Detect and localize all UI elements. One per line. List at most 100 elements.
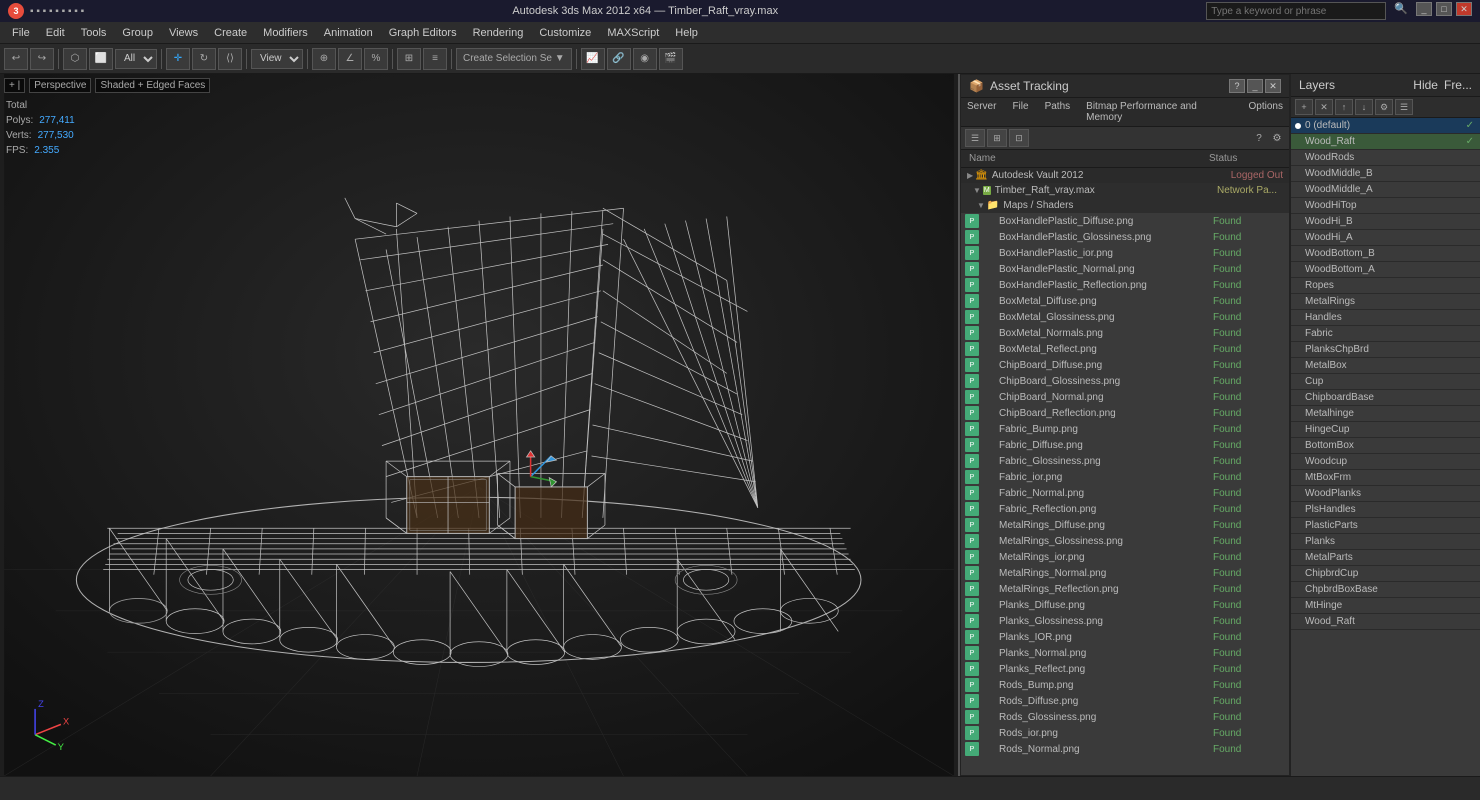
list-item[interactable]: P Fabric_Diffuse.png Found bbox=[961, 437, 1289, 453]
layer-item-plshandles[interactable]: PlsHandles bbox=[1291, 502, 1480, 518]
list-item[interactable]: P Rods_ior.png Found bbox=[961, 725, 1289, 741]
layer-item-handles[interactable]: Handles bbox=[1291, 310, 1480, 326]
list-item[interactable]: P BoxMetal_Normals.png Found bbox=[961, 325, 1289, 341]
layer-item-wood-raft-2[interactable]: Wood_Raft bbox=[1291, 614, 1480, 630]
undo-button[interactable]: ↩ bbox=[4, 48, 28, 70]
menu-views[interactable]: Views bbox=[161, 25, 206, 41]
menu-customize[interactable]: Customize bbox=[531, 25, 599, 41]
list-item[interactable]: P Planks_IOR.png Found bbox=[961, 629, 1289, 645]
asset-menu-server[interactable]: Server bbox=[965, 100, 998, 124]
layers-down-button[interactable]: ↓ bbox=[1355, 99, 1373, 115]
select-region-button[interactable]: ⬜ bbox=[89, 48, 113, 70]
menu-file[interactable]: File bbox=[4, 25, 38, 41]
layer-item-planks[interactable]: Planks bbox=[1291, 534, 1480, 550]
close-button[interactable]: ✕ bbox=[1456, 2, 1472, 16]
asset-minimize-button[interactable]: _ bbox=[1247, 79, 1263, 93]
material-editor-button[interactable]: ◉ bbox=[633, 48, 657, 70]
list-item[interactable]: P Rods_Glossiness.png Found bbox=[961, 709, 1289, 725]
selection-set-button[interactable]: Create Selection Se ▼ bbox=[456, 48, 572, 70]
layer-item-ropes[interactable]: Ropes bbox=[1291, 278, 1480, 294]
snap-button[interactable]: ⊕ bbox=[312, 48, 336, 70]
select-button[interactable]: ⬡ bbox=[63, 48, 87, 70]
asset-tb-btn-3[interactable]: ⊡ bbox=[1009, 129, 1029, 147]
layer-item-woodplanks[interactable]: WoodPlanks bbox=[1291, 486, 1480, 502]
menu-help[interactable]: Help bbox=[667, 25, 706, 41]
asset-list[interactable]: ▶ 🏛 Autodesk Vault 2012 Logged Out ▼ M T… bbox=[961, 168, 1289, 775]
list-item[interactable]: P Planks_Reflect.png Found bbox=[961, 661, 1289, 677]
asset-tb-btn-1[interactable]: ☰ bbox=[965, 129, 985, 147]
filter-select[interactable]: All bbox=[115, 49, 157, 69]
list-item[interactable]: P MetalRings_Reflection.png Found bbox=[961, 581, 1289, 597]
list-item[interactable]: P BoxMetal_Glossiness.png Found bbox=[961, 309, 1289, 325]
layer-item-woodbottom-a[interactable]: WoodBottom_A bbox=[1291, 262, 1480, 278]
list-item[interactable]: P Fabric_Bump.png Found bbox=[961, 421, 1289, 437]
layer-item-bottombox[interactable]: BottomBox bbox=[1291, 438, 1480, 454]
list-item[interactable]: P MetalRings_Glossiness.png Found bbox=[961, 533, 1289, 549]
list-item[interactable]: P BoxHandlePlastic_Reflection.png Found bbox=[961, 277, 1289, 293]
layer-item-metalhinge[interactable]: Metalhinge bbox=[1291, 406, 1480, 422]
menu-tools[interactable]: Tools bbox=[73, 25, 115, 41]
layer-item-woodcup[interactable]: Woodcup bbox=[1291, 454, 1480, 470]
layer-item-mthinge[interactable]: MtHinge bbox=[1291, 598, 1480, 614]
redo-button[interactable]: ↪ bbox=[30, 48, 54, 70]
layer-item-fabric[interactable]: Fabric bbox=[1291, 326, 1480, 342]
menu-rendering[interactable]: Rendering bbox=[465, 25, 532, 41]
layer-item-woodrods[interactable]: WoodRods bbox=[1291, 150, 1480, 166]
layer-item-plankschpbrd[interactable]: PlanksChpBrd bbox=[1291, 342, 1480, 358]
asset-close-button[interactable]: ✕ bbox=[1265, 79, 1281, 93]
asset-tb-settings-icon[interactable]: ⚙ bbox=[1269, 130, 1285, 146]
layer-item-metalbox[interactable]: MetalBox bbox=[1291, 358, 1480, 374]
list-item[interactable]: P Planks_Normal.png Found bbox=[961, 645, 1289, 661]
list-item[interactable]: P Fabric_Reflection.png Found bbox=[961, 501, 1289, 517]
layer-item-cup[interactable]: Cup bbox=[1291, 374, 1480, 390]
layers-add-button[interactable]: + bbox=[1295, 99, 1313, 115]
layer-item-woodbottom-b[interactable]: WoodBottom_B bbox=[1291, 246, 1480, 262]
menu-create[interactable]: Create bbox=[206, 25, 255, 41]
menu-maxscript[interactable]: MAXScript bbox=[599, 25, 667, 41]
scale-button[interactable]: ⟨⟩ bbox=[218, 48, 242, 70]
minimize-button[interactable]: _ bbox=[1416, 2, 1432, 16]
asset-maps-folder-row[interactable]: ▼ 📁 Maps / Shaders bbox=[961, 198, 1289, 213]
menu-graph-editors[interactable]: Graph Editors bbox=[381, 25, 465, 41]
layer-item-hingecup[interactable]: HingeCup bbox=[1291, 422, 1480, 438]
list-item[interactable]: P Fabric_ior.png Found bbox=[961, 469, 1289, 485]
render-button[interactable]: 🎬 bbox=[659, 48, 683, 70]
asset-panel-controls[interactable]: ? _ ✕ bbox=[1229, 79, 1281, 93]
search-input[interactable] bbox=[1206, 2, 1386, 20]
list-item[interactable]: P Planks_Diffuse.png Found bbox=[961, 597, 1289, 613]
angle-snap-button[interactable]: ∠ bbox=[338, 48, 362, 70]
layer-item-mtboxfrm[interactable]: MtBoxFrm bbox=[1291, 470, 1480, 486]
layers-props-button[interactable]: ⚙ bbox=[1375, 99, 1393, 115]
layer-item-woodhi-a[interactable]: WoodHi_A bbox=[1291, 230, 1480, 246]
menu-animation[interactable]: Animation bbox=[316, 25, 381, 41]
list-item[interactable]: P Rods_Diffuse.png Found bbox=[961, 693, 1289, 709]
menu-group[interactable]: Group bbox=[114, 25, 161, 41]
list-item[interactable]: P BoxHandlePlastic_ior.png Found bbox=[961, 245, 1289, 261]
percent-snap-button[interactable]: % bbox=[364, 48, 388, 70]
layers-select-button[interactable]: ☰ bbox=[1395, 99, 1413, 115]
list-item[interactable]: P BoxHandlePlastic_Glossiness.png Found bbox=[961, 229, 1289, 245]
layer-item-wood-raft[interactable]: Wood_Raft ✓ bbox=[1291, 134, 1480, 150]
align-button[interactable]: ≡ bbox=[423, 48, 447, 70]
viewport[interactable]: + | Perspective Shaded + Edged Faces Tot… bbox=[0, 74, 960, 776]
list-item[interactable]: P Rods_Normal.png Found bbox=[961, 741, 1289, 757]
layers-list[interactable]: 0 (default) ✓ Wood_Raft ✓ WoodRods WoodM… bbox=[1291, 118, 1480, 776]
mirror-button[interactable]: ⊞ bbox=[397, 48, 421, 70]
list-item[interactable]: P Rods_Bump.png Found bbox=[961, 677, 1289, 693]
layers-delete-button[interactable]: ✕ bbox=[1315, 99, 1333, 115]
rotate-button[interactable]: ↻ bbox=[192, 48, 216, 70]
list-item[interactable]: P BoxMetal_Diffuse.png Found bbox=[961, 293, 1289, 309]
move-button[interactable]: ✛ bbox=[166, 48, 190, 70]
list-item[interactable]: P ChipBoard_Reflection.png Found bbox=[961, 405, 1289, 421]
list-item[interactable]: P Planks_Glossiness.png Found bbox=[961, 613, 1289, 629]
list-item[interactable]: P MetalRings_Diffuse.png Found bbox=[961, 517, 1289, 533]
schematic-button[interactable]: 🔗 bbox=[607, 48, 631, 70]
layer-item-default[interactable]: 0 (default) ✓ bbox=[1291, 118, 1480, 134]
layers-up-button[interactable]: ↑ bbox=[1335, 99, 1353, 115]
title-bar-controls[interactable]: 🔍 _ □ ✕ bbox=[1206, 2, 1472, 20]
list-item[interactable]: P ChipBoard_Glossiness.png Found bbox=[961, 373, 1289, 389]
asset-menu-options[interactable]: Options bbox=[1247, 100, 1285, 124]
list-item[interactable]: P BoxMetal_Reflect.png Found bbox=[961, 341, 1289, 357]
asset-menu-paths[interactable]: Paths bbox=[1043, 100, 1073, 124]
asset-file-row[interactable]: ▼ M Timber_Raft_vray.max Network Pa... bbox=[961, 183, 1289, 198]
